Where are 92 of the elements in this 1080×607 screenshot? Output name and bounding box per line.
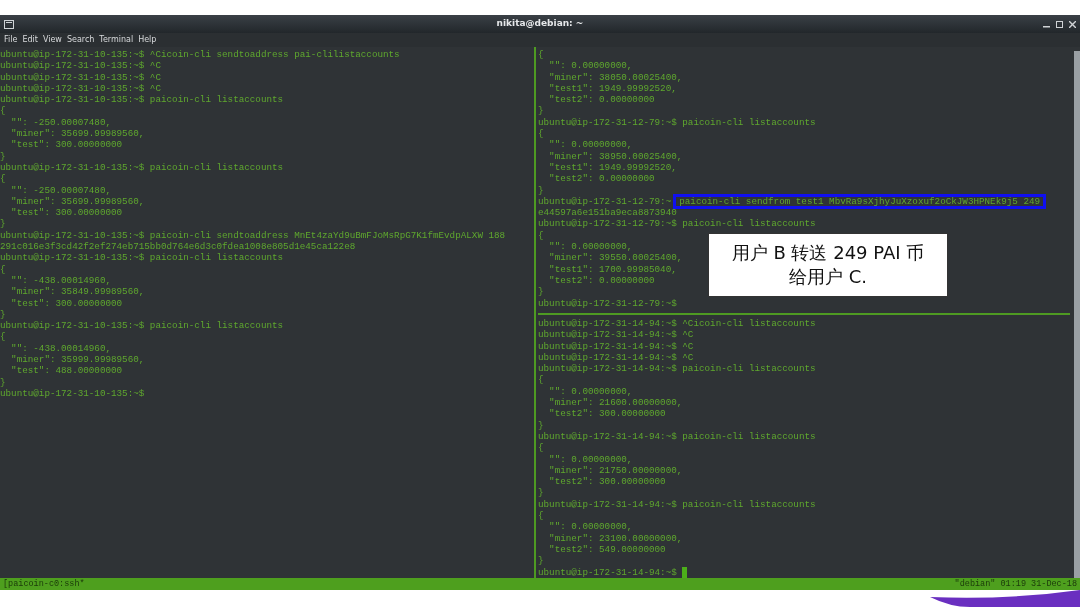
terminal-line: "": -250.00007480, — [10, 116, 112, 129]
terminal-line: { — [538, 229, 544, 242]
terminal-line: } — [538, 286, 544, 298]
terminal-line: } — [538, 105, 544, 117]
menu-item[interactable]: Search — [66, 34, 95, 46]
terminal-line: "miner": 21750.00000000, — [548, 464, 683, 477]
terminal-line: } — [538, 419, 544, 431]
window-title: nikita@debian: ~ — [496, 17, 584, 31]
terminal-line: "miner": 38050.00025400, — [548, 71, 683, 83]
callout-label: 用户 B 转送 249 PAI 币给用户 C. — [708, 233, 948, 297]
terminal-icon — [4, 19, 14, 29]
terminal-line: "miner": 35699.99989560, — [10, 128, 145, 140]
terminal-line: ubuntu@ip-172-31-14-94:~$ ^Cicoin-cli listaccounts — [538, 318, 816, 330]
terminal-line: "": -250.00007480, — [10, 184, 112, 196]
terminal-line: "test": 300.00000000 — [10, 297, 123, 309]
terminal-line: "test": 488.00000000 — [10, 365, 123, 377]
terminal-line: ubuntu@ip-172-31-14-94:~$ paicoin-cli listaccounts — [538, 498, 816, 511]
terminal-line: { — [0, 105, 6, 117]
terminal-line: "": 0.00000000, — [548, 241, 633, 253]
terminal-line: "test2": 300.00000000 — [548, 476, 666, 488]
terminal-line: "miner": 35699.99989560, — [10, 195, 145, 208]
terminal-line: } — [538, 184, 544, 196]
terminal-line: ubuntu@ip-172-31-10-135:~$ paicoin-cli listaccounts — [0, 94, 284, 106]
terminal-line: ubuntu@ip-172-31-12-79:~$ paicoin-cli listaccounts — [538, 218, 816, 230]
terminal-line: } — [0, 150, 6, 162]
terminal-line: "test2": 549.00000000 — [548, 543, 666, 556]
terminal-line: "test1": 1949.99992520, — [548, 161, 677, 174]
terminal-line: { — [538, 510, 544, 522]
terminal-line: ubuntu@ip-172-31-10-135:~$ paicoin-cli listaccounts — [0, 161, 284, 174]
terminal-line: ubuntu@ip-172-31-12-79:~$ paicoin-cli listaccounts — [538, 116, 816, 129]
terminal-line: ubuntu@ip-172-31-14-94:~$ paicoin-cli listaccounts — [538, 363, 816, 375]
terminal-line: "": -438.00014960, — [10, 342, 112, 354]
terminal-line: ubuntu@ip-172-31-14-94:~$ paicoin-cli listaccounts — [538, 430, 816, 443]
terminal-line: ubuntu@ip-172-31-10-135:~$ ^Cicoin-cli sendtoaddress pai-clilistaccounts — [0, 49, 400, 61]
terminal-line: } — [538, 555, 544, 567]
terminal-line: ubuntu@ip-172-31-12-79:~ — [538, 195, 672, 208]
terminal-line: { — [538, 374, 544, 386]
terminal-line: "": 0.00000000, — [548, 385, 633, 398]
terminal-line: ubuntu@ip-172-31-10-135:~$ ^C — [0, 71, 161, 83]
menu-item[interactable]: Terminal — [99, 34, 134, 46]
terminal-line: { — [538, 442, 544, 454]
terminal-line: } — [0, 376, 6, 388]
terminal-line: "": -438.00014960, — [10, 274, 112, 287]
menu-item[interactable]: View — [42, 34, 62, 46]
terminal-line: ubuntu@ip-172-31-10-135:~$ paicoin-cli listaccounts — [0, 252, 284, 264]
terminal-line: ubuntu@ip-172-31-14-94:~$ ^C — [538, 340, 694, 352]
terminal-line: { — [0, 331, 6, 343]
menu-item[interactable]: Help — [138, 34, 157, 46]
terminal-line: "test1": 1700.99985040, — [548, 263, 677, 275]
terminal-line: "test2": 0.00000000 — [548, 173, 655, 185]
terminal-line: { — [0, 173, 6, 185]
terminal-line: "test1": 1949.99992520, — [548, 82, 677, 95]
terminal-line: } — [0, 218, 6, 230]
terminal-line: "miner": 35999.99989560, — [10, 354, 145, 366]
terminal-line: "": 0.00000000, — [548, 521, 633, 533]
maximize-icon[interactable] — [1056, 20, 1063, 28]
terminal-line: } — [0, 308, 6, 321]
terminal-line: { — [538, 49, 544, 61]
terminal-line: e44597a6e151ba9eca8873940 — [538, 207, 677, 219]
terminal-line: "test2": 0.00000000 — [548, 94, 655, 106]
terminal-line: "miner": 35849.99989560, — [10, 286, 145, 298]
terminal-line: ubuntu@ip-172-31-14-94:~$ — [538, 566, 677, 578]
terminal-line: ubuntu@ip-172-31-10-135:~$ ^C — [0, 82, 161, 95]
terminal-line: { — [0, 263, 6, 275]
terminal-line: ubuntu@ip-172-31-10-135:~$ ^C — [0, 60, 161, 72]
menu-item[interactable]: Edit — [22, 34, 38, 46]
terminal-line: "miner": 39550.00025400, — [548, 252, 683, 264]
terminal-line: "": 0.00000000, — [548, 60, 633, 72]
terminal-line: ubuntu@ip-172-31-10-135:~$ paicoin-cli sendtoaddress MnEt4zaYd9uBmFJoMsRpG7K1fmEvdpALXW 188 — [0, 229, 506, 242]
terminal-line: "": 0.00000000, — [548, 139, 633, 151]
terminal-line: "test": 300.00000000 — [10, 139, 123, 151]
terminal-line: ubuntu@ip-172-31-12-79:~$ — [538, 297, 677, 309]
status-clock: "debian" 01:19 31-Dec-18 — [954, 577, 1077, 591]
terminal-line: ubuntu@ip-172-31-14-94:~$ ^C — [538, 351, 694, 364]
menu-item[interactable]: File — [4, 34, 18, 46]
close-icon[interactable] — [1069, 20, 1076, 28]
terminal-line: "": 0.00000000, — [548, 453, 633, 465]
terminal-line: "test2": 300.00000000 — [548, 408, 666, 420]
terminal-line: ubuntu@ip-172-31-10-135:~$ paicoin-cli listaccounts — [0, 320, 284, 332]
highlighted-command: paicoin-cli sendfrom test1 MbvRa9sXjhyJuXzoxuf2oCkJW3HPNEk9j5 249 — [673, 194, 1047, 209]
terminal-line: { — [538, 128, 544, 140]
session-name: [paicoin-c0:ssh* — [3, 577, 85, 591]
terminal-line: ubuntu@ip-172-31-10-135:~$ — [0, 387, 145, 400]
terminal-line: "test2": 0.00000000 — [548, 274, 655, 287]
terminal-line: "test": 300.00000000 — [10, 207, 123, 219]
terminal-line: } — [538, 487, 544, 499]
terminal-line: "miner": 23100.00000000, — [548, 532, 683, 544]
terminal-line: "miner": 38950.00025400, — [548, 150, 683, 162]
terminal-line: 291c016e3f3cd42f2ef274eb715bb0d764e6d3c0fdea1008e805d1e45ca122e8 — [0, 241, 356, 253]
terminal-line: "miner": 21600.00000000, — [548, 397, 683, 409]
scrollbar[interactable] — [1074, 51, 1080, 578]
terminal-line: ubuntu@ip-172-31-14-94:~$ ^C — [538, 329, 694, 341]
